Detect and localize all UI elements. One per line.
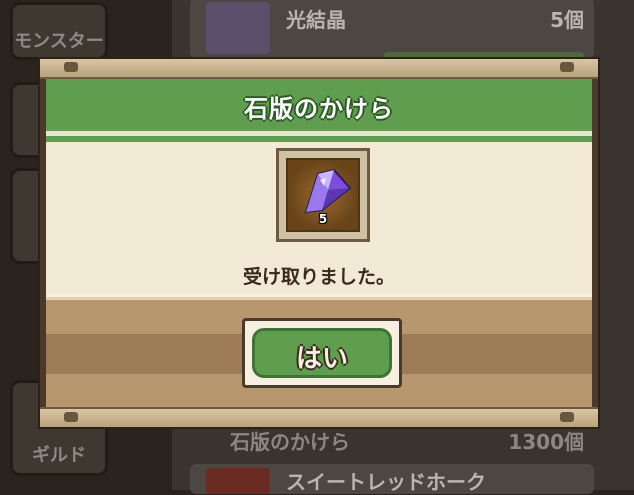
dialog-title: 石版のかけら [244, 95, 394, 123]
confirm-button-face: はい [252, 328, 392, 378]
bolt-icon [560, 62, 574, 72]
dialog-frame-top [40, 59, 598, 79]
item-slot-inner: 5 [286, 158, 360, 232]
menu-monster: モンスター [10, 2, 108, 60]
monster-thumb-icon [206, 468, 270, 494]
list-item-name: 石版のかけら [230, 430, 350, 454]
dialog-body: 5 受け取りました。 [46, 142, 592, 294]
reward-dialog: 石版のかけら 5 受け取りました。 はい [38, 57, 600, 429]
dialog-header: 石版のかけら [46, 79, 592, 142]
confirm-button[interactable]: はい [242, 318, 402, 388]
bolt-icon [64, 412, 78, 422]
list-item-name: スイートレッドホーク [286, 470, 486, 494]
list-item-count: 5個 [550, 8, 584, 32]
list-item-name: 光結晶 [286, 8, 346, 32]
bolt-icon [64, 62, 78, 72]
received-message: 受け取りました。 [242, 266, 395, 288]
crystal-icon [304, 168, 352, 214]
item-slot: 5 [276, 148, 370, 242]
list-item: 光結晶 5個 [190, 0, 594, 64]
dialog-frame-bottom [40, 407, 598, 427]
bolt-icon [560, 412, 574, 422]
confirm-button-label: はい [295, 344, 348, 374]
crystal-thumb-icon [206, 2, 270, 54]
item-count: 5 [318, 212, 328, 226]
list-item-count: 1300個 [508, 430, 584, 454]
dialog-footer: はい [46, 294, 592, 409]
